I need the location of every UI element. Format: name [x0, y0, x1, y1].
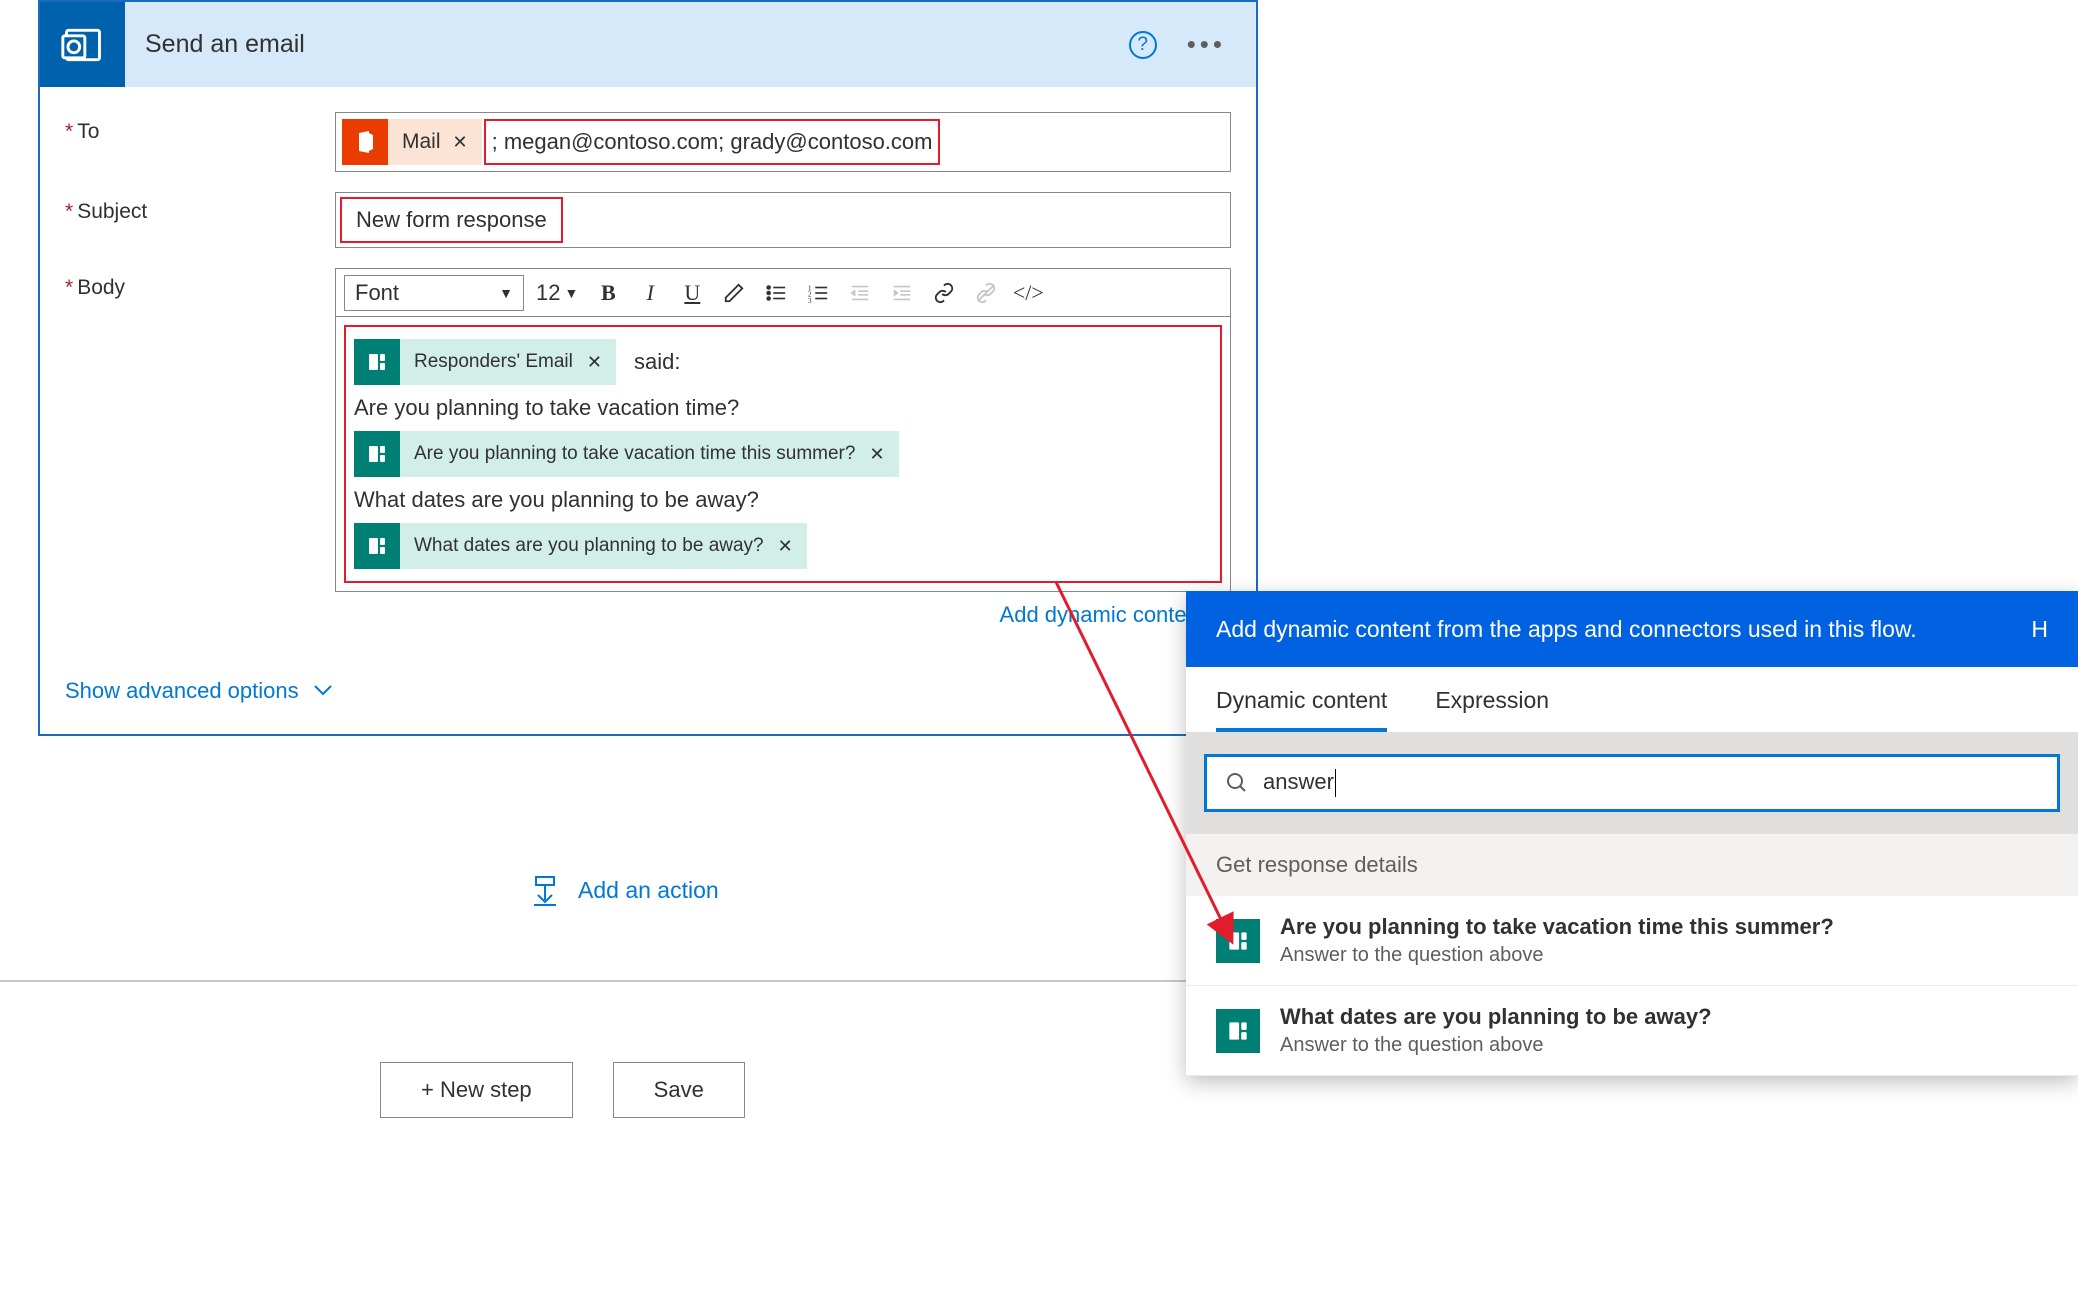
subject-input[interactable]: New form response [335, 192, 1231, 248]
vacation-question-token[interactable]: Are you planning to take vacation time t… [354, 431, 899, 477]
body-label: *Body [65, 268, 335, 300]
close-icon[interactable]: ✕ [587, 352, 602, 373]
to-text[interactable]: ; megan@contoso.com; grady@contoso.com [484, 119, 941, 165]
outdent-button[interactable] [842, 275, 878, 311]
office-icon [342, 119, 388, 165]
body-text-said: said: [632, 345, 682, 379]
dynamic-item-subtitle: Answer to the question above [1280, 1034, 1712, 1057]
token-label: What dates are you planning to be away? [414, 535, 764, 557]
body-text-line2: What dates are you planning to be away? [352, 483, 761, 517]
numbered-list-button[interactable]: 123 [800, 275, 836, 311]
token-label: Mail [402, 130, 441, 154]
forms-icon [1216, 1009, 1260, 1053]
dynamic-item-subtitle: Answer to the question above [1280, 944, 1834, 967]
forms-icon [1216, 919, 1260, 963]
indent-button[interactable] [884, 275, 920, 311]
more-icon[interactable]: ••• [1187, 29, 1226, 60]
underline-button[interactable]: U [674, 275, 710, 311]
code-view-button[interactable]: </> [1010, 275, 1046, 311]
subject-label: *Subject [65, 192, 335, 224]
tab-expression[interactable]: Expression [1435, 687, 1549, 732]
hide-link[interactable]: H [2031, 613, 2048, 645]
help-icon[interactable]: ? [1129, 31, 1157, 59]
svg-text:3: 3 [808, 296, 812, 304]
token-label: Are you planning to take vacation time t… [414, 443, 855, 465]
token-label: Responders' Email [414, 351, 573, 373]
forms-icon [354, 339, 400, 385]
dynamic-item-dates[interactable]: What dates are you planning to be away? … [1186, 986, 2078, 1076]
card-header: Send an email ? ••• [40, 2, 1256, 87]
close-icon[interactable]: ✕ [869, 444, 884, 465]
rte-toolbar: Font▼ 12▼ B I U 123 [336, 269, 1230, 317]
dynamic-section-header: Get response details [1186, 834, 2078, 896]
body-text-line1: Are you planning to take vacation time? [352, 391, 741, 425]
body-editor: Font▼ 12▼ B I U 123 [335, 268, 1231, 592]
subject-text[interactable]: New form response [340, 197, 563, 243]
forms-icon [354, 431, 400, 477]
dates-question-token[interactable]: What dates are you planning to be away? ✕ [354, 523, 807, 569]
responders-email-token[interactable]: Responders' Email ✕ [354, 339, 616, 385]
font-dropdown[interactable]: Font▼ [344, 275, 524, 311]
bold-button[interactable]: B [590, 275, 626, 311]
new-step-button[interactable]: + New step [380, 1062, 573, 1118]
bullet-list-button[interactable] [758, 275, 794, 311]
outlook-icon [40, 2, 125, 87]
send-email-card: Send an email ? ••• *To Mail✕ ; mega [38, 0, 1258, 736]
dynamic-item-title: What dates are you planning to be away? [1280, 1004, 1712, 1030]
search-icon [1225, 771, 1249, 795]
dynamic-item-vacation[interactable]: Are you planning to take vacation time t… [1186, 896, 2078, 986]
tab-dynamic-content[interactable]: Dynamic content [1216, 687, 1387, 732]
font-size-dropdown[interactable]: 12▼ [530, 280, 584, 306]
add-action-button[interactable]: Add an action [530, 875, 719, 905]
chevron-down-icon [313, 681, 333, 702]
unlink-button[interactable] [968, 275, 1004, 311]
container-divider [0, 980, 1200, 982]
close-icon[interactable]: ✕ [453, 132, 468, 153]
body-content[interactable]: Responders' Email ✕ said: Are you plannin… [336, 317, 1230, 591]
add-action-icon [530, 875, 560, 905]
card-title: Send an email [125, 30, 1129, 59]
font-color-button[interactable] [716, 275, 752, 311]
mail-token[interactable]: Mail ✕ [342, 119, 482, 165]
save-button[interactable]: Save [613, 1062, 745, 1118]
body-highlight: Responders' Email ✕ said: Are you plannin… [344, 325, 1222, 583]
dynamic-content-header: Add dynamic content from the apps and co… [1186, 591, 2078, 667]
italic-button[interactable]: I [632, 275, 668, 311]
dynamic-item-title: Are you planning to take vacation time t… [1280, 914, 1834, 940]
link-button[interactable] [926, 275, 962, 311]
show-advanced-options-link[interactable]: Show advanced options [65, 678, 333, 704]
dynamic-content-search-input[interactable]: answer [1204, 754, 2060, 812]
to-label: *To [65, 112, 335, 144]
search-value: answer [1263, 769, 1334, 794]
text-cursor [1335, 769, 1336, 797]
dynamic-content-panel: Add dynamic content from the apps and co… [1186, 591, 2078, 1076]
forms-icon [354, 523, 400, 569]
close-icon[interactable]: ✕ [778, 536, 793, 557]
to-input[interactable]: Mail ✕ ; megan@contoso.com; grady@contoso… [335, 112, 1231, 172]
